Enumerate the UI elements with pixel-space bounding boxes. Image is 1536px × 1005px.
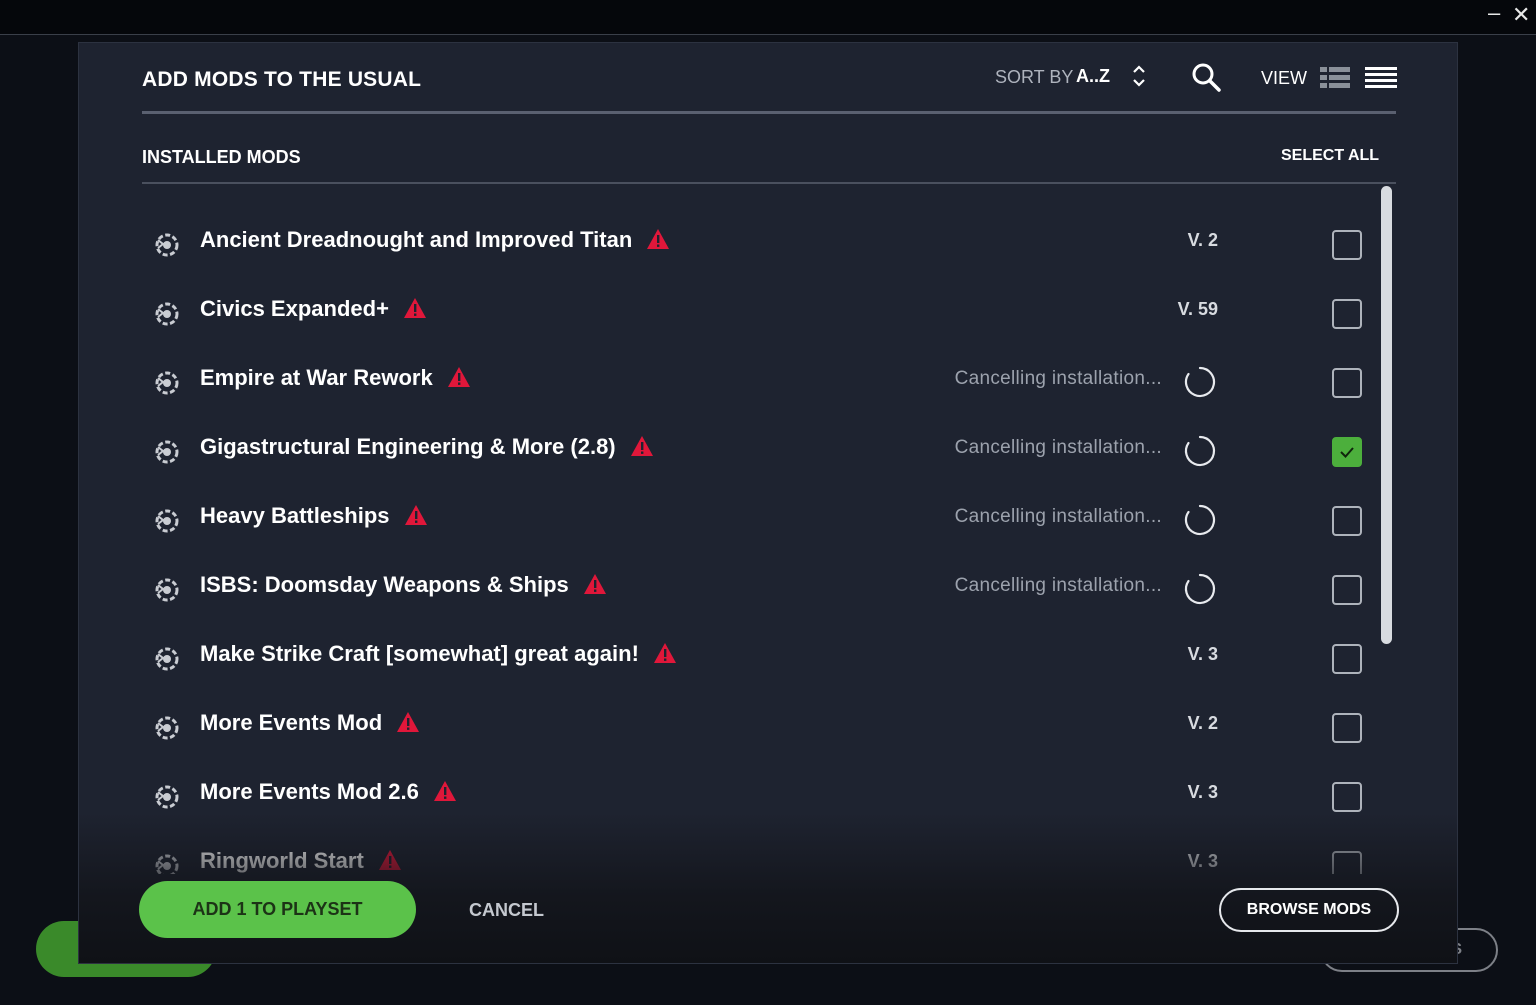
header-divider: [142, 111, 1396, 114]
mod-checkbox[interactable]: [1332, 437, 1362, 467]
status-text: Cancelling installation...: [954, 437, 1162, 458]
stellaris-logo-icon: [154, 853, 180, 874]
mod-name-text: More Events Mod 2.6: [200, 779, 419, 804]
select-all-button[interactable]: SELECT ALL: [1281, 147, 1379, 165]
view-detail-icon[interactable]: [1320, 67, 1350, 89]
mod-name-text: ISBS: Doomsday Weapons & Ships: [200, 572, 569, 597]
mod-checkbox[interactable]: [1332, 230, 1362, 260]
mod-row[interactable]: Gigastructural Engineering & More (2.8) C…: [142, 417, 1382, 486]
stellaris-logo-icon: [154, 232, 180, 258]
mod-version: V. 2: [1187, 230, 1218, 250]
stellaris-logo-icon: [154, 301, 180, 327]
mod-checkbox[interactable]: [1332, 299, 1362, 329]
mod-name-text: Ancient Dreadnought and Improved Titan: [200, 227, 633, 252]
mod-name: Civics Expanded+: [200, 296, 427, 322]
add-mods-modal: ADD MODS TO THE USUAL SORT BY A..Z VIEW …: [78, 42, 1458, 964]
mod-name: Empire at War Rework: [200, 365, 471, 391]
browse-mods-button[interactable]: BROWSE MODS: [1219, 888, 1399, 932]
mod-checkbox[interactable]: [1332, 782, 1362, 812]
mod-row[interactable]: Empire at War Rework Cancelling installat…: [142, 348, 1382, 417]
mod-name-text: Empire at War Rework: [200, 365, 433, 390]
stellaris-logo-icon: [154, 439, 180, 465]
mod-name-text: Civics Expanded+: [200, 296, 389, 321]
mod-row[interactable]: Make Strike Craft [somewhat] great again…: [142, 624, 1382, 693]
mod-row[interactable]: Civics Expanded+ V. 59: [142, 279, 1382, 348]
stellaris-logo-icon: [154, 508, 180, 534]
add-to-playset-button[interactable]: ADD 1 TO PLAYSET: [139, 881, 416, 938]
mod-list: Ancient Dreadnought and Improved Titan V.…: [142, 186, 1382, 874]
cancel-button[interactable]: CANCEL: [469, 900, 544, 921]
sort-label: SORT BY: [995, 67, 1074, 87]
mod-row[interactable]: Heavy Battleships Cancelling installation…: [142, 486, 1382, 555]
section-divider: [142, 182, 1396, 184]
mod-version: V. 3: [1187, 644, 1218, 664]
mod-version: V. 3: [1187, 782, 1218, 802]
warning-triangle-icon[interactable]: [630, 435, 654, 457]
search-icon[interactable]: [1190, 61, 1222, 93]
stellaris-logo-icon: [154, 646, 180, 672]
mod-row[interactable]: More Events Mod 2.6 V. 3: [142, 762, 1382, 831]
mod-name: Heavy Battleships: [200, 503, 428, 529]
warning-triangle-icon[interactable]: [396, 711, 420, 733]
mod-name: ISBS: Doomsday Weapons & Ships: [200, 572, 607, 598]
mod-name: More Events Mod: [200, 710, 420, 736]
warning-triangle-icon[interactable]: [378, 849, 402, 871]
sort-toggle-icon[interactable]: [1129, 63, 1149, 89]
mod-row[interactable]: Ancient Dreadnought and Improved Titan V.…: [142, 210, 1382, 279]
mod-name-text: Make Strike Craft [somewhat] great again…: [200, 641, 639, 666]
modal-title: ADD MODS TO THE USUAL: [142, 68, 422, 91]
scrollbar-thumb[interactable]: [1381, 186, 1392, 644]
mod-checkbox[interactable]: [1332, 644, 1362, 674]
installed-mods-heading: INSTALLED MODS: [142, 147, 301, 167]
mod-checkbox[interactable]: [1332, 575, 1362, 605]
mod-name-text: Gigastructural Engineering & More (2.8): [200, 434, 616, 459]
spinner-icon: [1183, 572, 1217, 606]
mod-checkbox[interactable]: [1332, 506, 1362, 536]
warning-triangle-icon[interactable]: [447, 366, 471, 388]
stellaris-logo-icon: [154, 784, 180, 810]
mod-row[interactable]: Ringworld Start V. 3: [142, 831, 1382, 874]
mod-name-text: Heavy Battleships: [200, 503, 390, 528]
warning-triangle-icon[interactable]: [646, 228, 670, 250]
minimize-button[interactable]: –: [1488, 2, 1500, 24]
mod-name-text: More Events Mod: [200, 710, 383, 735]
warning-triangle-icon[interactable]: [404, 504, 428, 526]
mod-version: V. 3: [1187, 851, 1218, 871]
status-text: Cancelling installation...: [954, 506, 1162, 527]
spinner-icon: [1183, 503, 1217, 537]
window-titlebar: – ✕: [0, 0, 1536, 35]
warning-triangle-icon[interactable]: [433, 780, 457, 802]
mod-name-text: Ringworld Start: [200, 848, 364, 873]
mod-name: Ancient Dreadnought and Improved Titan: [200, 227, 670, 253]
mod-checkbox[interactable]: [1332, 368, 1362, 398]
stellaris-logo-icon: [154, 577, 180, 603]
status-text: Cancelling installation...: [954, 368, 1162, 389]
mod-name: Gigastructural Engineering & More (2.8): [200, 434, 654, 460]
spinner-icon: [1183, 365, 1217, 399]
mod-row[interactable]: More Events Mod V. 2: [142, 693, 1382, 762]
stellaris-logo-icon: [154, 370, 180, 396]
warning-triangle-icon[interactable]: [583, 573, 607, 595]
mod-name: Make Strike Craft [somewhat] great again…: [200, 641, 677, 667]
mod-name: Ringworld Start: [200, 848, 402, 874]
spinner-icon: [1183, 434, 1217, 468]
mod-row[interactable]: ISBS: Doomsday Weapons & Ships Cancelling…: [142, 555, 1382, 624]
mod-name: More Events Mod 2.6: [200, 779, 457, 805]
view-list-icon[interactable]: [1365, 67, 1397, 89]
mod-version: V. 59: [1177, 299, 1218, 319]
warning-triangle-icon[interactable]: [653, 642, 677, 664]
status-text: Cancelling installation...: [954, 575, 1162, 596]
mod-checkbox[interactable]: [1332, 713, 1362, 743]
stellaris-logo-icon: [154, 715, 180, 741]
warning-triangle-icon[interactable]: [403, 297, 427, 319]
close-button[interactable]: ✕: [1512, 4, 1530, 26]
sort-value[interactable]: A..Z: [1076, 66, 1110, 87]
mod-checkbox[interactable]: [1332, 851, 1362, 874]
view-label: VIEW: [1261, 68, 1308, 88]
mod-version: V. 2: [1187, 713, 1218, 733]
